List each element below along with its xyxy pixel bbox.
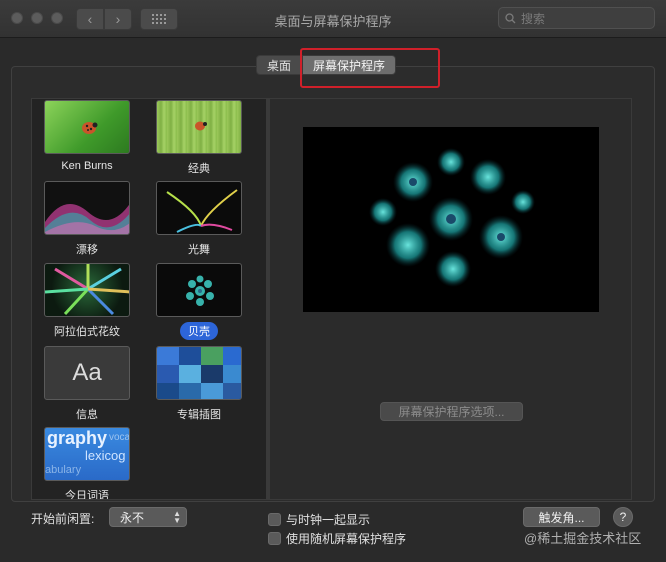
screensaver-item[interactable]: 经典 — [151, 100, 247, 177]
search-icon — [505, 12, 516, 23]
ken-burns-thumbnail — [44, 100, 130, 154]
screensaver-label: 光舞 — [188, 244, 210, 256]
word-sample-2: lexicog — [85, 448, 126, 463]
screensaver-item[interactable]: 光舞 — [151, 181, 247, 258]
show-clock-checkbox[interactable] — [268, 513, 281, 526]
search-field[interactable]: 搜索 — [498, 7, 655, 29]
screensaver-list[interactable]: Ken Burns 经典 漂移 光舞 阿拉伯式花纹 贝壳 Aa 信息 专辑插图 … — [31, 98, 267, 500]
word-sample-3: abulary — [45, 464, 82, 476]
watermark-text: @稀土掘金技术社区 — [524, 531, 642, 546]
title-bar: ‹ › 桌面与屏幕保护程序 搜索 — [0, 0, 666, 38]
screensaver-label: 信息 — [76, 409, 98, 421]
screensaver-label-selected: 贝壳 — [180, 322, 218, 340]
screensaver-item[interactable]: Aa 信息 — [39, 346, 135, 423]
message-sample-text: Aa — [72, 359, 102, 386]
random-saver-option[interactable]: 使用随机屏幕保护程序 — [268, 530, 406, 547]
idle-time-label: 开始前闲置: — [31, 512, 95, 526]
screensaver-label: 阿拉伯式花纹 — [54, 326, 120, 338]
screensaver-item[interactable]: Ken Burns — [39, 100, 135, 173]
message-thumbnail: Aa — [44, 346, 130, 400]
search-placeholder: 搜索 — [521, 11, 546, 26]
annotation-highlight-box — [300, 48, 440, 88]
shell-swirl-icon — [186, 275, 214, 306]
word-of-the-day-thumbnail: graphy voca lexicog abulary — [44, 427, 130, 481]
shell-thumbnail — [156, 263, 242, 317]
screensaver-item[interactable]: graphy voca lexicog abulary 今日词语 — [39, 427, 135, 500]
shell-preview-icon — [369, 148, 535, 287]
ladybug-icon — [195, 121, 207, 131]
drift-thumbnail — [44, 181, 130, 235]
word-sample-4: voca — [109, 432, 130, 443]
arabesque-pattern-icon — [45, 264, 129, 316]
tab-desktop[interactable]: 桌面 — [256, 55, 303, 75]
random-saver-checkbox[interactable] — [268, 532, 281, 545]
idle-time-value: 永不 — [120, 510, 145, 525]
screensaver-label: 经典 — [188, 163, 210, 175]
show-clock-label: 与时钟一起显示 — [286, 513, 371, 527]
screensaver-label: 今日词语 — [65, 490, 109, 500]
ladybug-icon — [82, 122, 98, 134]
stepper-arrows-icon: ▲ ▼ — [173, 509, 181, 525]
screensaver-label: 漂移 — [76, 244, 98, 256]
screensaver-label: Ken Burns — [61, 160, 113, 172]
classic-thumbnail — [156, 100, 242, 154]
word-sample-1: graphy — [47, 428, 108, 448]
screensaver-preview — [303, 127, 599, 312]
screensaver-item[interactable]: 专辑插图 — [151, 346, 247, 423]
screensaver-label: 专辑插图 — [177, 409, 221, 421]
arabesque-thumbnail — [44, 263, 130, 317]
screensaver-item[interactable]: 漂移 — [39, 181, 135, 258]
light-streak-icon — [166, 189, 238, 233]
screensaver-item[interactable]: 贝壳 — [151, 263, 247, 340]
screensaver-options-button[interactable]: 屏幕保护程序选项... — [380, 402, 523, 421]
album-artwork-thumbnail — [156, 346, 242, 400]
show-clock-option[interactable]: 与时钟一起显示 — [268, 511, 370, 528]
random-saver-label: 使用随机屏幕保护程序 — [286, 532, 407, 546]
flurry-thumbnail — [156, 181, 242, 235]
hot-corners-button[interactable]: 触发角... — [523, 507, 600, 527]
album-grid-icon — [157, 347, 241, 399]
screensaver-item[interactable]: 阿拉伯式花纹 — [39, 263, 135, 340]
drift-pattern-icon — [45, 204, 129, 234]
help-button[interactable]: ? — [613, 507, 633, 527]
idle-time-select[interactable]: 永不 ▲ ▼ — [109, 507, 187, 527]
